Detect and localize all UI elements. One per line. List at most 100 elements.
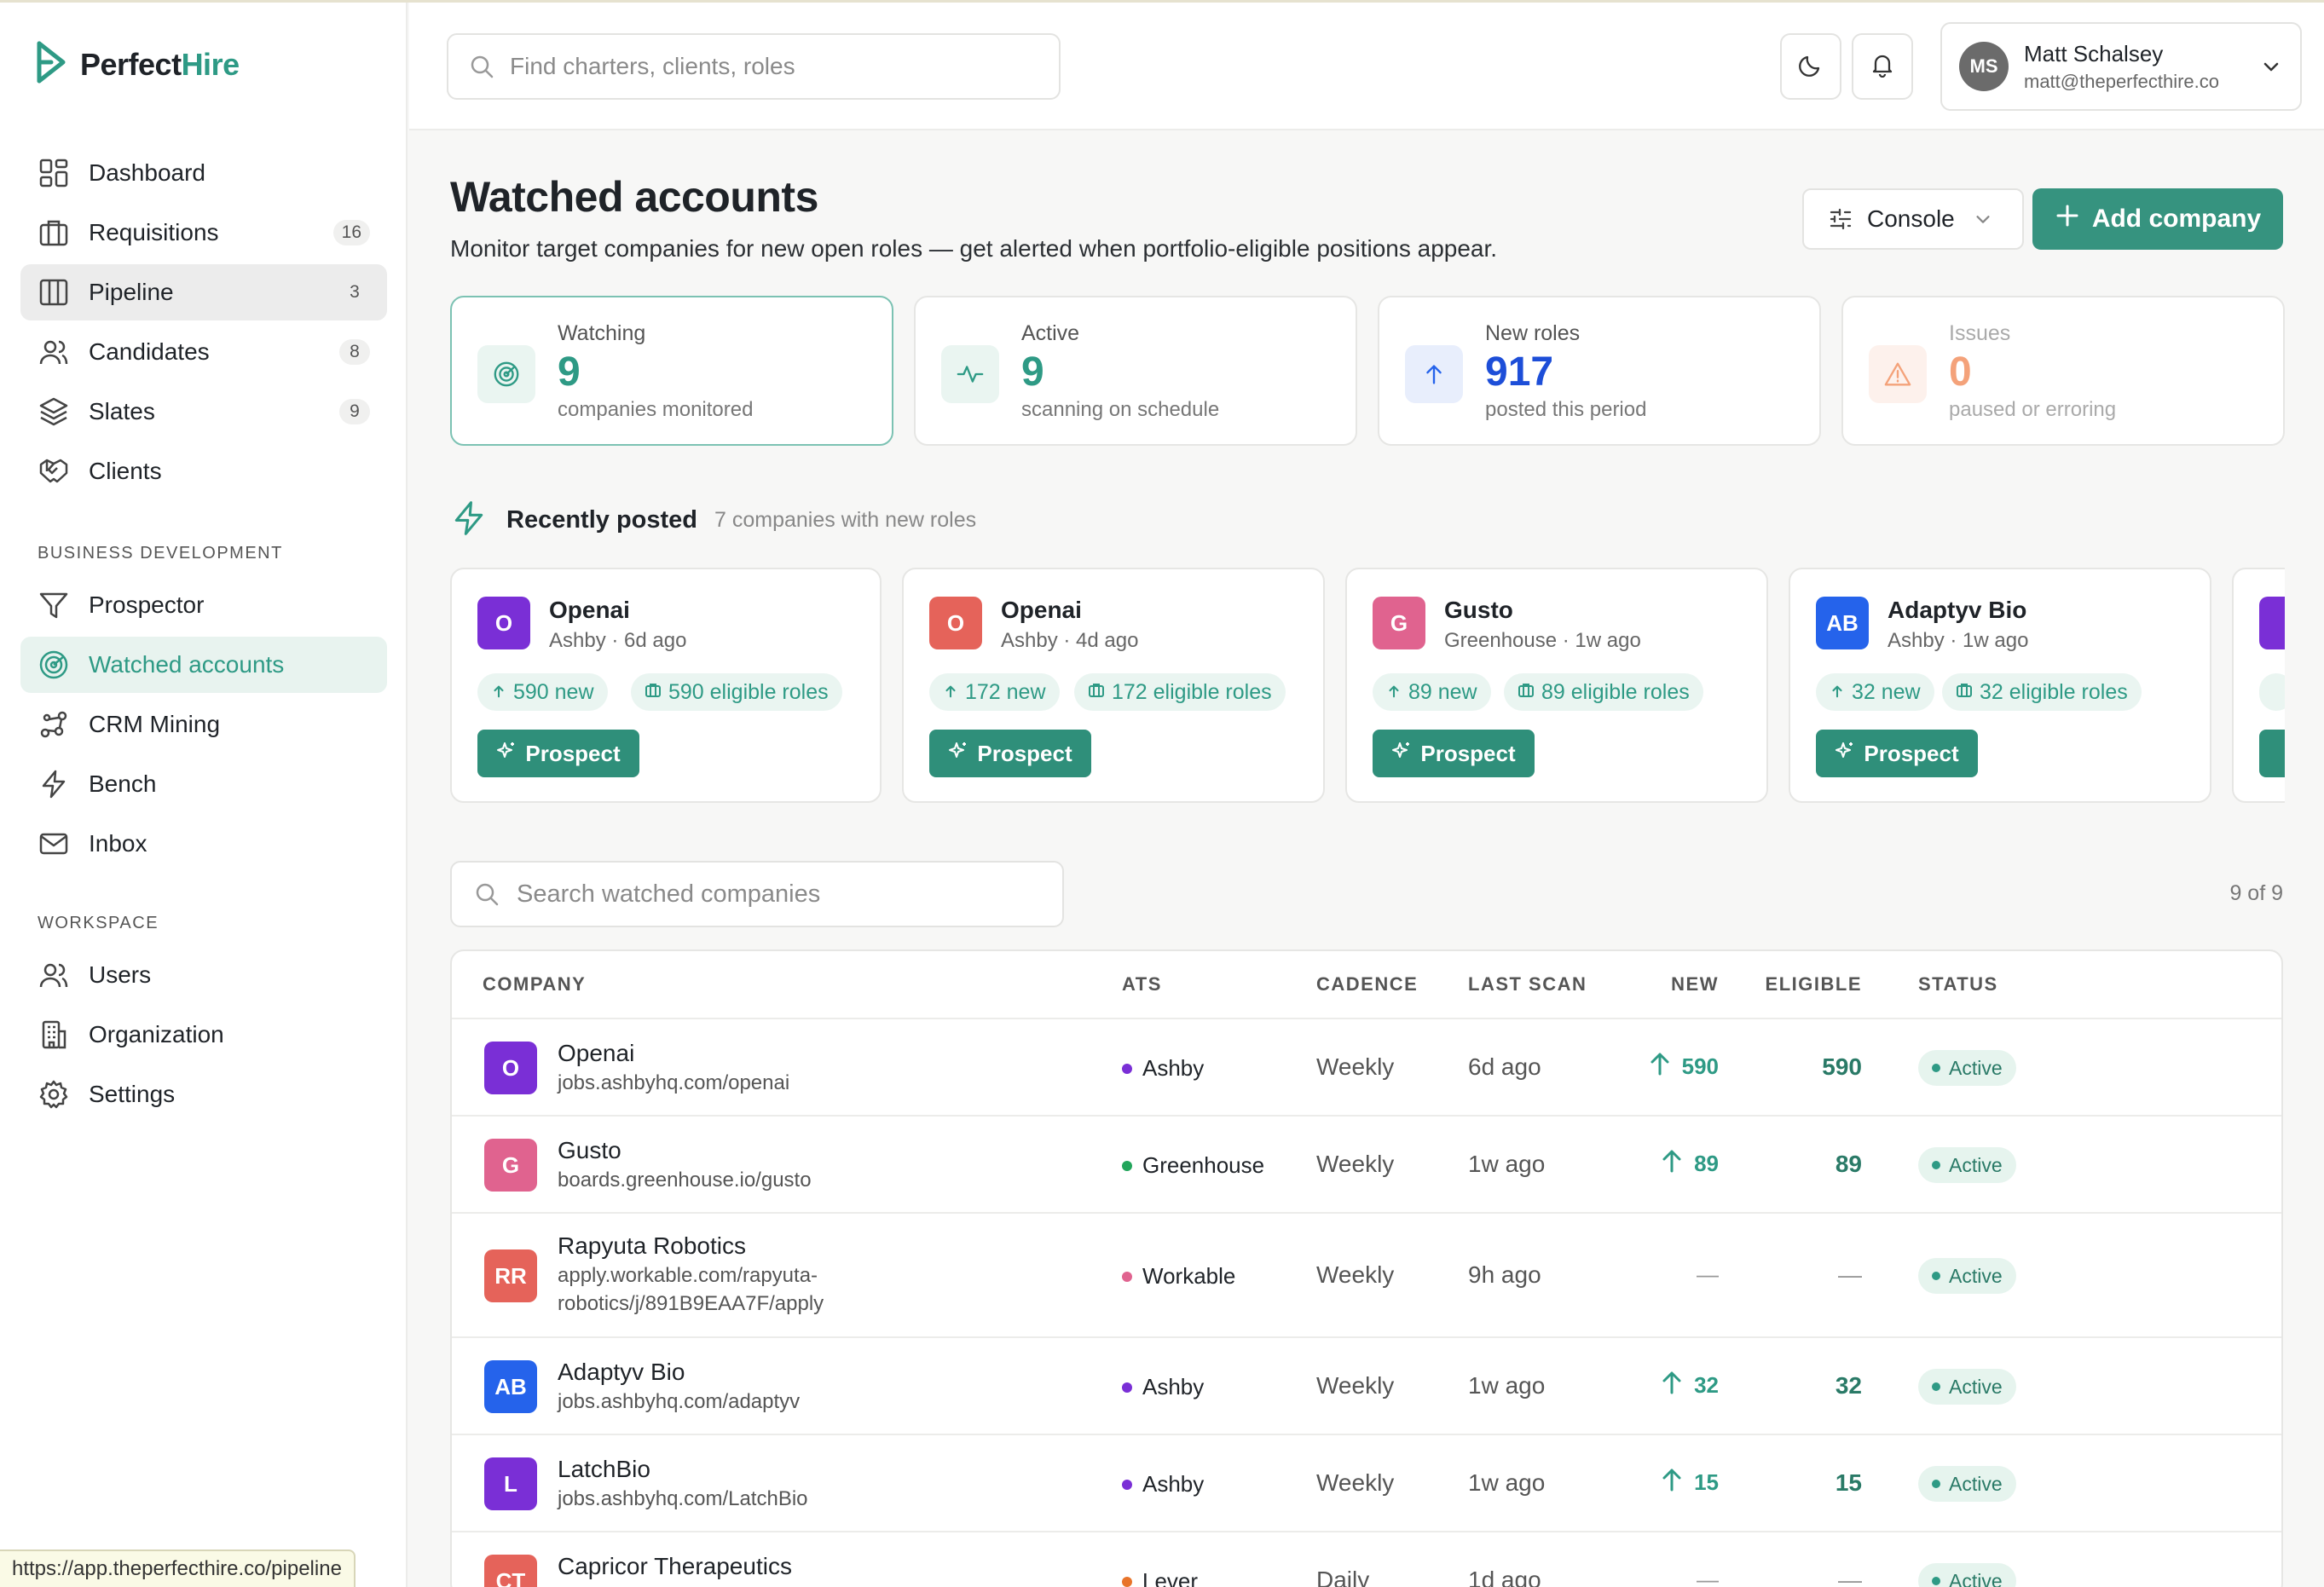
user-menu-button[interactable]: MS Matt Schalsey matt@theperfecthire.co xyxy=(1940,22,2302,111)
new-cell: 89 xyxy=(1658,1147,1719,1180)
recent-company-card[interactable]: AB Adaptyv Bio Ashby · 1w ago 32 new 32 … xyxy=(1789,568,2211,803)
radar-icon xyxy=(477,345,535,403)
company-name: Adaptyv Bio xyxy=(1888,597,2027,623)
new-cell: — xyxy=(1697,1261,1719,1287)
sidebar-item-dashboard[interactable]: Dashboard xyxy=(20,145,387,201)
arrow-up-icon xyxy=(1830,680,1845,705)
column-header-eligible[interactable]: ELIGIBLE xyxy=(1766,973,1862,995)
column-header-company[interactable]: COMPANY xyxy=(483,973,586,995)
prospect-button[interactable]: Prospect xyxy=(1816,730,1978,777)
company-name[interactable]: Gusto xyxy=(558,1137,621,1164)
eligible-cell: — xyxy=(1838,1261,1862,1288)
section-subtitle: 7 companies with new roles xyxy=(714,508,977,532)
table-row[interactable]: G Gusto boards.greenhouse.io/gusto Green… xyxy=(452,1117,2281,1214)
console-dropdown-button[interactable]: Console xyxy=(1802,188,2024,250)
prospect-button[interactable] xyxy=(2259,730,2285,777)
sidebar-item-bench[interactable]: Bench xyxy=(20,756,387,812)
company-name[interactable]: Openai xyxy=(558,1040,634,1067)
sliders-icon xyxy=(1828,206,1853,232)
logo[interactable]: PerfectHire xyxy=(34,40,240,89)
company-name[interactable]: Adaptyv Bio xyxy=(558,1359,685,1386)
recent-company-card-partial[interactable] xyxy=(2232,568,2285,803)
sidebar-item-users[interactable]: Users xyxy=(20,947,387,1003)
add-company-button[interactable]: Add company xyxy=(2032,188,2283,250)
status-badge: Active xyxy=(1918,1369,2016,1405)
arrow-up-icon xyxy=(1658,1369,1685,1402)
sidebar-item-pipeline[interactable]: Pipeline 3 xyxy=(20,264,387,320)
results-count: 9 of 9 xyxy=(2229,881,2283,905)
table-row[interactable]: O Openai jobs.ashbyhq.com/openai Ashby W… xyxy=(452,1019,2281,1117)
count-badge: 9 xyxy=(339,399,370,424)
main-nav: Dashboard Requisitions 16 Pipeline 3 Can… xyxy=(20,145,387,503)
company-meta: Greenhouse · 1w ago xyxy=(1444,629,1641,652)
table-row[interactable]: CT Capricor Therapeutics Lever Daily 1d … xyxy=(452,1532,2281,1587)
column-header-ats[interactable]: ATS xyxy=(1122,973,1162,995)
sidebar-item-requisitions[interactable]: Requisitions 16 xyxy=(20,205,387,261)
company-avatar: RR xyxy=(484,1249,537,1302)
prospect-button[interactable]: Prospect xyxy=(477,730,639,777)
notifications-button[interactable] xyxy=(1852,33,1913,100)
sidebar-item-candidates[interactable]: Candidates 8 xyxy=(20,324,387,380)
column-header-new[interactable]: NEW xyxy=(1671,973,1719,995)
company-name[interactable]: Rapyuta Robotics xyxy=(558,1232,746,1260)
sidebar-item-organization[interactable]: Organization xyxy=(20,1007,387,1063)
ats-dot xyxy=(1122,1479,1132,1490)
sidebar-item-label: Requisitions xyxy=(89,219,219,245)
theme-toggle-button[interactable] xyxy=(1780,33,1841,100)
global-search-input[interactable]: Find charters, clients, roles xyxy=(447,33,1061,100)
eligible-cell: 32 xyxy=(1835,1372,1862,1399)
dashboard-icon xyxy=(38,157,70,189)
column-header-cadence[interactable]: CADENCE xyxy=(1316,973,1418,995)
ats-dot xyxy=(1122,1160,1132,1171)
sidebar-item-slates[interactable]: Slates 9 xyxy=(20,384,387,440)
recent-company-card[interactable]: G Gusto Greenhouse · 1w ago 89 new 89 el… xyxy=(1345,568,1768,803)
column-header-last-scan[interactable]: LAST SCAN xyxy=(1468,973,1587,995)
new-cell: 590 xyxy=(1646,1050,1719,1083)
company-url[interactable]: boards.greenhouse.io/gusto xyxy=(558,1166,839,1194)
sidebar-item-settings[interactable]: Settings xyxy=(20,1066,387,1122)
status-badge: Active xyxy=(1918,1050,2016,1086)
company-name[interactable]: Capricor Therapeutics xyxy=(558,1553,792,1580)
recent-company-card[interactable]: O Openai Ashby · 4d ago 172 new 172 elig… xyxy=(902,568,1325,803)
sidebar-item-inbox[interactable]: Inbox xyxy=(20,816,387,872)
sidebar-item-prospector[interactable]: Prospector xyxy=(20,577,387,633)
prospect-button[interactable]: Prospect xyxy=(929,730,1091,777)
recent-cards-scroller[interactable]: O Openai Ashby · 6d ago 590 new 590 elig… xyxy=(450,568,2285,805)
sidebar-item-label: Clients xyxy=(89,458,162,484)
last-scan-cell: 6d ago xyxy=(1468,1053,1541,1080)
section-label-business-development: BUSINESS DEVELOPMENT xyxy=(38,544,283,563)
sidebar-item-clients[interactable]: Clients xyxy=(20,443,387,499)
arrow-up-icon xyxy=(1658,1147,1685,1180)
status-dot xyxy=(1932,1161,1940,1169)
stat-card-new-roles[interactable]: New roles 917 posted this period xyxy=(1378,296,1821,446)
company-url[interactable]: jobs.ashbyhq.com/LatchBio xyxy=(558,1485,839,1513)
sidebar-item-label: Watched accounts xyxy=(89,651,285,678)
table-row[interactable]: RR Rapyuta Robotics apply.workable.com/r… xyxy=(452,1214,2281,1338)
company-url[interactable]: jobs.ashbyhq.com/adaptyv xyxy=(558,1388,839,1416)
company-url[interactable]: jobs.ashbyhq.com/openai xyxy=(558,1069,839,1097)
table-row[interactable]: L LatchBio jobs.ashbyhq.com/LatchBio Ash… xyxy=(452,1435,2281,1532)
watched-companies-table: COMPANY ATS CADENCE LAST SCAN NEW ELIGIB… xyxy=(450,949,2283,1587)
table-row[interactable]: AB Adaptyv Bio jobs.ashbyhq.com/adaptyv … xyxy=(452,1338,2281,1435)
sidebar-item-crm-mining[interactable]: CRM Mining xyxy=(20,696,387,753)
workspace-nav: Users Organization Settings xyxy=(20,947,387,1126)
briefcase-icon xyxy=(1088,680,1105,705)
company-url[interactable]: apply.workable.com/rapyuta-robotics/j/89… xyxy=(558,1261,839,1318)
company-meta: Ashby · 4d ago xyxy=(1001,629,1139,652)
last-scan-cell: 1w ago xyxy=(1468,1151,1546,1177)
stat-card-issues[interactable]: Issues 0 paused or erroring xyxy=(1841,296,2285,446)
stat-card-active[interactable]: Active 9 scanning on schedule xyxy=(914,296,1357,446)
column-header-status[interactable]: STATUS xyxy=(1918,973,1998,995)
watched-search-input[interactable]: Search watched companies xyxy=(450,861,1064,927)
ats-cell: Workable xyxy=(1122,1263,1235,1290)
prospect-button[interactable]: Prospect xyxy=(1373,730,1535,777)
company-avatar xyxy=(2259,597,2285,649)
count-badge: 16 xyxy=(332,220,370,245)
recent-company-card[interactable]: O Openai Ashby · 6d ago 590 new 590 elig… xyxy=(450,568,882,803)
sparkle-icon xyxy=(1835,741,1855,767)
company-name[interactable]: LatchBio xyxy=(558,1456,650,1483)
stat-label: Active xyxy=(1021,321,1080,345)
bell-icon xyxy=(1870,52,1895,82)
stat-card-watching[interactable]: Watching 9 companies monitored xyxy=(450,296,893,446)
sidebar-item-watched-accounts[interactable]: Watched accounts xyxy=(20,637,387,693)
